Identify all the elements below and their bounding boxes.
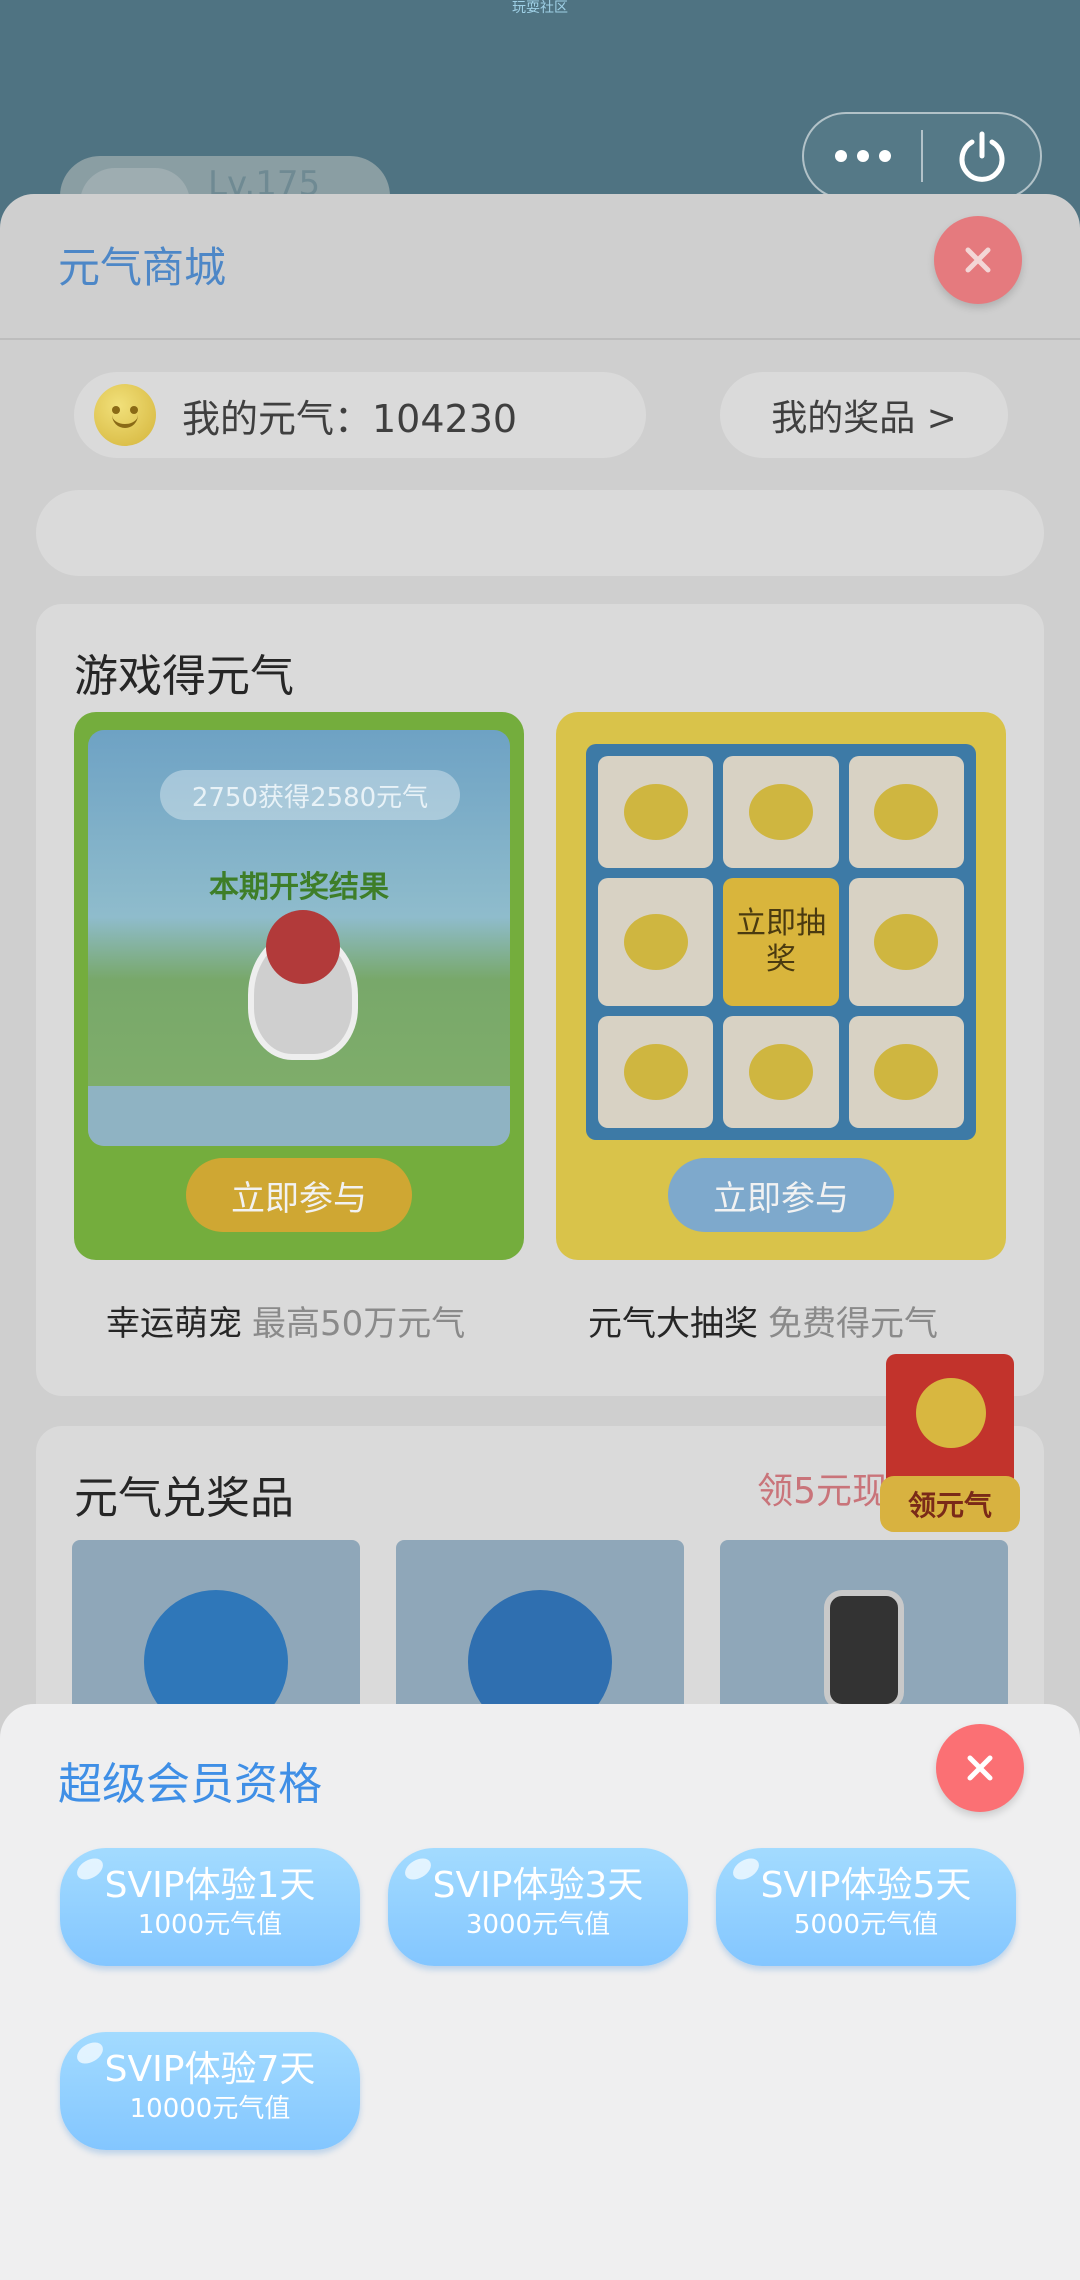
svip-option-cost: 3000元气值 xyxy=(465,1910,611,1940)
svip-option-cost: 1000元气值 xyxy=(137,1910,283,1940)
lottery-grid: 立即抽奖 xyxy=(586,744,976,1140)
more-icon[interactable] xyxy=(804,150,921,162)
svip-option-1-day[interactable]: SVIP体验1天 1000元气值 xyxy=(60,1848,360,1966)
svip-sheet: 超级会员资格 SVIP体验1天 1000元气值 SVIP体验3天 3000元气值… xyxy=(0,1704,1080,2280)
mall-header: 元气商城 xyxy=(0,194,1080,340)
close-icon[interactable] xyxy=(936,1724,1024,1812)
balance-pill: 我的元气：104230 xyxy=(74,372,646,458)
svip-option-5-days[interactable]: SVIP体验5天 5000元气值 xyxy=(716,1848,1016,1966)
svip-option-name: SVIP体验5天 xyxy=(760,1865,972,1906)
lottery-tile xyxy=(598,1016,714,1128)
lucky-pet-result-text: 本期开奖结果 xyxy=(209,870,389,905)
lucky-pet-join-button[interactable]: 立即参与 xyxy=(186,1158,412,1232)
smiley-coin-icon xyxy=(94,384,156,446)
lucky-pet-label: 幸运萌宠 最高50万元气 xyxy=(106,1296,465,1345)
games-section-title: 游戏得元气 xyxy=(74,651,294,702)
svip-option-cost: 5000元气值 xyxy=(793,1910,939,1940)
lottery-tile xyxy=(848,756,964,868)
balance-label: 我的元气：104230 xyxy=(182,396,518,441)
my-prizes-button[interactable]: 我的奖品 > xyxy=(720,372,1008,458)
mini-program-capsule xyxy=(802,112,1042,200)
lucky-pet-scene: 2750获得2580元气 本期开奖结果 xyxy=(88,730,510,1146)
svip-option-name: SVIP体验1天 xyxy=(104,1865,316,1906)
lottery-draw-center[interactable]: 立即抽奖 xyxy=(723,878,839,1006)
smiley-face-icon xyxy=(916,1378,986,1448)
close-icon[interactable] xyxy=(934,216,1022,304)
mall-title: 元气商城 xyxy=(58,243,227,292)
svip-option-cost: 10000元气值 xyxy=(129,2094,291,2124)
mini-program-label: 玩耍社区 xyxy=(512,0,568,16)
lucky-pet-game[interactable]: 2750获得2580元气 本期开奖结果 立即参与 xyxy=(74,712,524,1260)
red-packet-button[interactable]: 领元气 xyxy=(880,1354,1020,1540)
lottery-subtitle: 免费得元气 xyxy=(768,1304,938,1344)
notice-bar xyxy=(36,490,1044,576)
water-decoration xyxy=(88,1086,510,1146)
lucky-pet-subtitle: 最高50万元气 xyxy=(252,1304,466,1344)
games-card: 游戏得元气 2750获得2580元气 本期开奖结果 立即参与 立即抽奖 立即参与… xyxy=(36,604,1044,1396)
lottery-tile xyxy=(848,1016,964,1128)
lottery-join-button[interactable]: 立即参与 xyxy=(668,1158,894,1232)
lottery-tile xyxy=(723,1016,839,1128)
lucky-pet-name: 幸运萌宠 xyxy=(106,1304,242,1344)
svip-option-7-days[interactable]: SVIP体验7天 10000元气值 xyxy=(60,2032,360,2150)
svip-option-3-days[interactable]: SVIP体验3天 3000元气值 xyxy=(388,1848,688,1966)
prizes-section-title: 元气兑奖品 xyxy=(74,1473,294,1524)
red-packet-label: 领元气 xyxy=(880,1476,1020,1532)
lottery-tile xyxy=(723,756,839,868)
svip-title: 超级会员资格 xyxy=(58,1759,322,1810)
lottery-game[interactable]: 立即抽奖 立即参与 xyxy=(556,712,1006,1260)
lottery-name: 元气大抽奖 xyxy=(588,1304,758,1344)
lottery-label: 元气大抽奖 免费得元气 xyxy=(588,1296,938,1345)
smartwatch-icon xyxy=(824,1590,904,1710)
duck-icon xyxy=(248,910,358,1060)
lottery-tile xyxy=(598,878,714,1006)
svip-option-name: SVIP体验7天 xyxy=(104,2049,316,2090)
lucky-pet-banner: 2750获得2580元气 xyxy=(160,770,460,820)
lottery-tile xyxy=(848,878,964,1006)
lottery-tile xyxy=(598,756,714,868)
power-icon[interactable] xyxy=(923,128,1040,184)
svip-option-name: SVIP体验3天 xyxy=(432,1865,644,1906)
